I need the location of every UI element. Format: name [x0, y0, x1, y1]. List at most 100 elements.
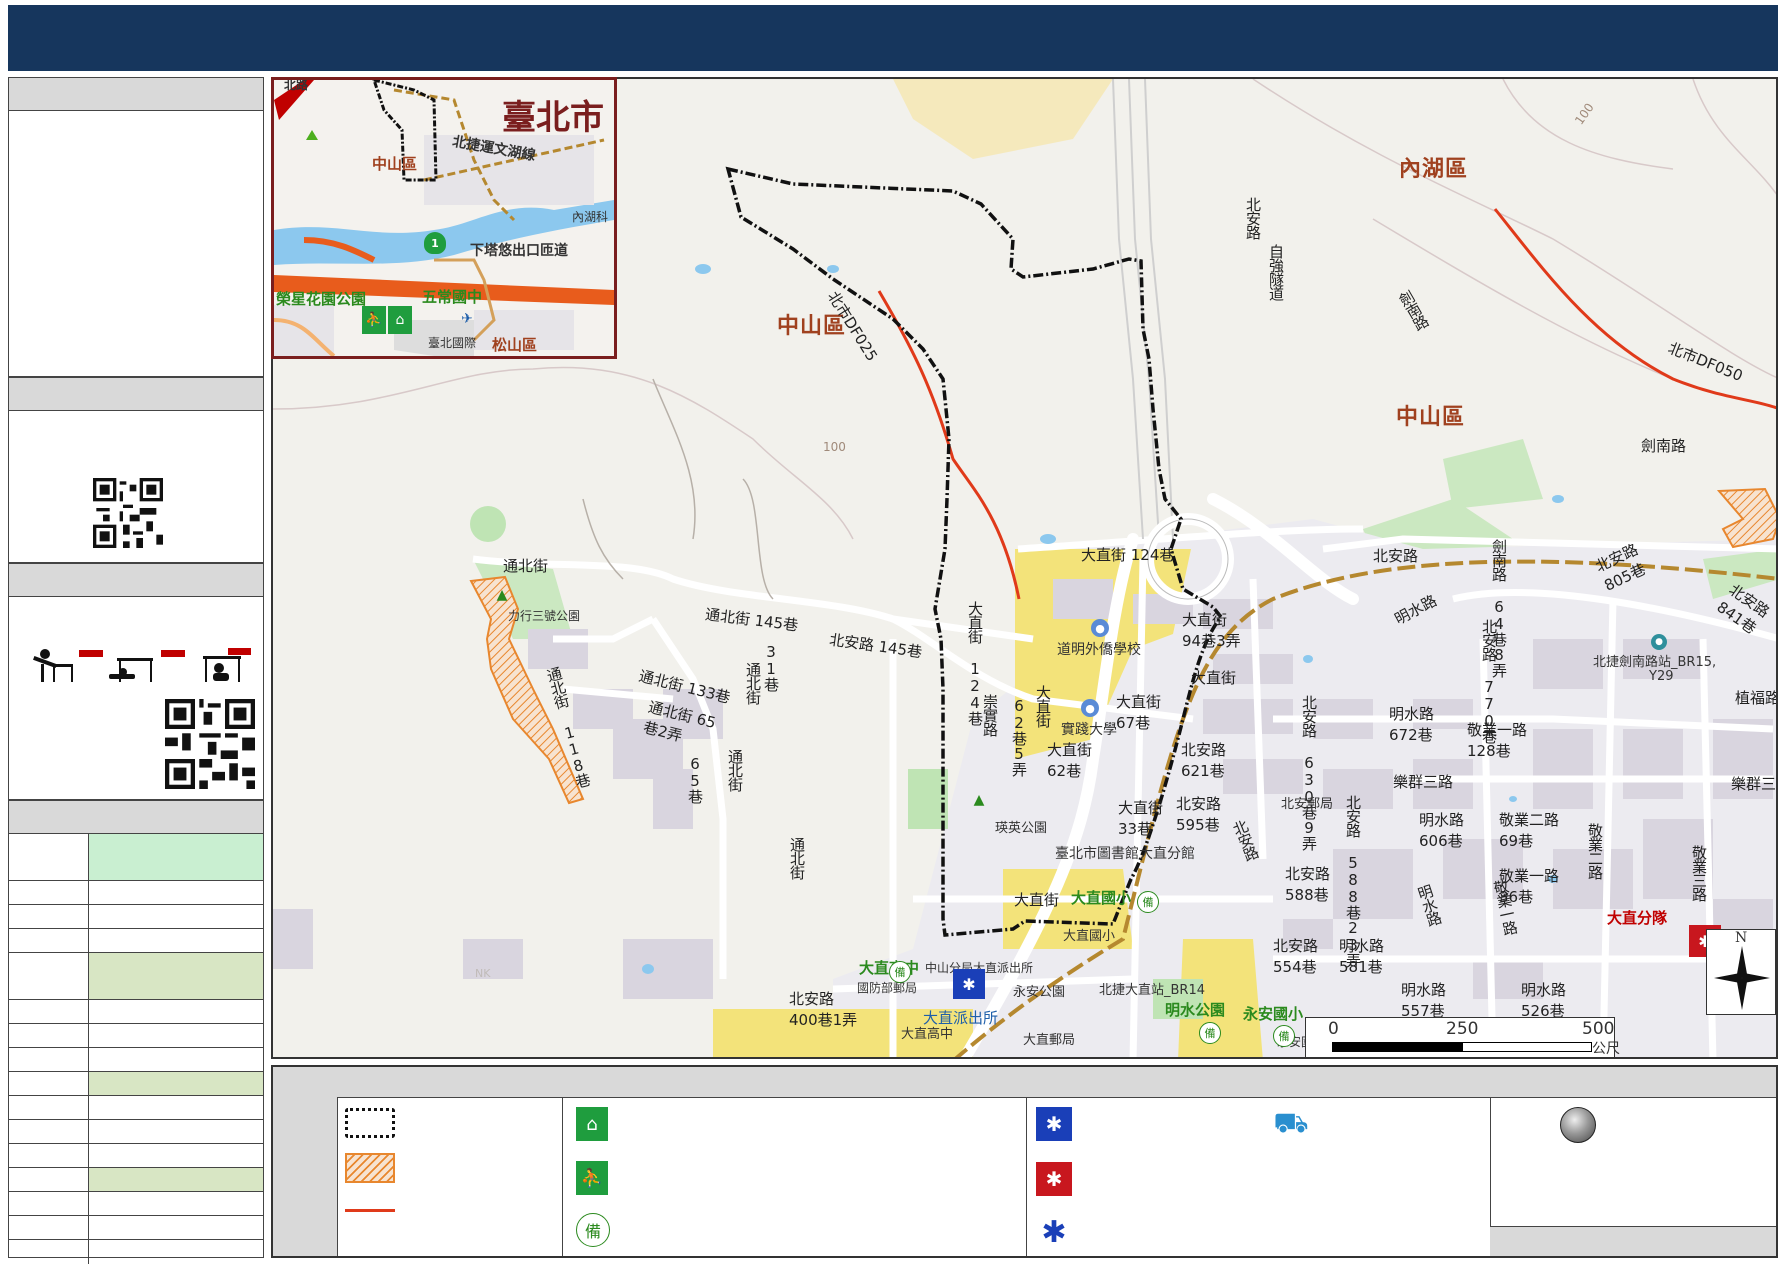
inset-district-label: 中山區: [372, 155, 418, 173]
table-row: [9, 1024, 263, 1048]
road-label: 崇實路: [981, 694, 999, 736]
road-label: 北安路 554巷: [1273, 937, 1319, 976]
inset-poi-label: 五常國中: [422, 288, 483, 306]
outdoor-shelter-icon: ⛹: [576, 1161, 608, 1195]
description-panel-header: [9, 78, 263, 111]
school-icon: ●: [1091, 619, 1109, 637]
debris-flow-swatch: [345, 1209, 395, 1212]
road-label: 大直街: [1191, 669, 1237, 687]
inset-road-label: 北路: [284, 78, 309, 92]
road-label: 31巷: [762, 643, 780, 691]
road-label: 北安路 621巷: [1181, 741, 1227, 780]
road-label: 明水路 672巷: [1389, 705, 1435, 744]
road-label: 明水路 526巷: [1521, 981, 1567, 1020]
table-row: [9, 953, 263, 1000]
road-label: 北安路 588巷: [1285, 865, 1331, 904]
inset-road-label: 下塔悠出口匝道: [470, 243, 568, 259]
poi-label: 永安公園: [1013, 985, 1066, 1000]
qr-panel-header: [9, 378, 263, 411]
school-icon: ●: [1081, 699, 1099, 717]
fire-icon: ✱: [1036, 1162, 1072, 1196]
road-label: 通北街: [503, 557, 549, 575]
district-label: 內湖區: [1399, 157, 1469, 182]
info-table-header: [9, 801, 263, 834]
earthquake-panel-header: [9, 564, 263, 597]
poi-label: 明水公園: [1165, 1001, 1226, 1019]
road-label: 北安路 630巷9弄: [1300, 695, 1318, 850]
legend-title-col: [273, 1067, 338, 1256]
road-label: 大直街 124巷: [1081, 546, 1175, 564]
helicopter-icon: ⛟: [1273, 1105, 1309, 1139]
poi-label: 北捷大直站_BR14: [1099, 983, 1205, 998]
tree-icon: ▲: [496, 587, 508, 603]
terrain-label: NK: [475, 967, 491, 980]
scale-unit: 公尺: [1592, 1041, 1620, 1057]
table-row: [9, 1192, 263, 1216]
road-label: 62巷5弄: [1010, 697, 1028, 776]
description-panel: [8, 77, 264, 377]
reserve-shelter-icon: 備: [576, 1213, 610, 1247]
road-label: 通北街: [726, 749, 744, 791]
qr-panel: [8, 377, 264, 563]
inset-poi-label: 臺北國際: [428, 336, 477, 350]
scale-bar: 0 250 500 公尺: [1305, 1017, 1620, 1057]
road-label: 敬業二路 69巷: [1499, 811, 1560, 850]
road-label: 通北街: [788, 837, 806, 879]
poi-label: 大直郵局: [1023, 1033, 1076, 1048]
road-label: 北安路 400巷1弄: [789, 990, 858, 1029]
road-label: 明水路 581巷: [1339, 937, 1385, 976]
district-label: 中山區: [1396, 405, 1466, 430]
road-label: 樂群三路: [1393, 773, 1454, 791]
road-label: 植福路: [1735, 689, 1778, 707]
road-label: 敬業二路: [1586, 823, 1604, 879]
inset-poi-label: 榮星花園公園: [276, 290, 367, 308]
road-label: 北安路: [1244, 197, 1262, 239]
drop-cover-hold-icon: [33, 648, 251, 682]
medical-icon: ✱: [1041, 1214, 1067, 1250]
contour-label: 100: [823, 440, 846, 454]
table-row: [9, 1144, 263, 1168]
scale-label: 0: [1328, 1019, 1339, 1039]
inset-map[interactable]: 臺北市 中山區 內湖科 北捷運文湖線 下塔悠出口匝道 榮星花園公園 五常國中 臺…: [271, 77, 617, 359]
scale-label: 500: [1582, 1019, 1615, 1039]
legend-col-other: [1490, 1067, 1776, 1256]
table-row: [9, 1072, 263, 1096]
road-label: 敬業一路 128巷: [1467, 721, 1528, 760]
inset-city-label: 臺北市: [502, 98, 604, 138]
poi-label: 大直分隊: [1607, 909, 1668, 927]
poi-label: 北安郵局: [1281, 797, 1334, 812]
poi-label: 北捷劍南路站_BR15,: [1593, 655, 1717, 670]
poi-label: 大直國小: [1063, 929, 1116, 944]
road-label: 樂群三: [1731, 775, 1777, 793]
road-label: 敬業三路: [1690, 845, 1708, 901]
poi-label: Y29: [1649, 669, 1674, 684]
header-bar: [8, 5, 1778, 71]
north-arrow: N: [1706, 929, 1776, 1015]
road-label: 大直街 33巷: [1118, 799, 1164, 838]
table-row: [9, 1120, 263, 1144]
table-row: [9, 1240, 263, 1264]
road-label: 65巷: [686, 755, 704, 803]
earthquake-qr-code-icon[interactable]: [165, 699, 255, 789]
road-label: 大直街 94巷3弄: [1182, 611, 1241, 650]
mrt-station-icon: ●: [1651, 634, 1667, 650]
inset-district-label: 松山區: [492, 336, 538, 354]
legend-col-zones: [337, 1067, 563, 1256]
table-row: [9, 1000, 263, 1024]
earthquake-panel: [8, 563, 264, 800]
legend-col-facilities: ✱ ✱ ✱ ⛟: [1026, 1067, 1491, 1256]
road-label: 北安路 595巷: [1176, 795, 1222, 834]
police-station-icon[interactable]: ✱: [953, 969, 985, 999]
table-row: [9, 929, 263, 953]
poi-label: 道明外僑學校: [1057, 642, 1141, 658]
road-label: 劍南路: [1641, 437, 1687, 455]
police-icon: ✱: [1036, 1107, 1072, 1141]
reserve-shelter-icon: 備: [1137, 891, 1159, 913]
compass-rose-icon: [1714, 946, 1770, 1010]
shelter-outdoor-icon: ⛹: [362, 306, 386, 334]
qr-code-icon[interactable]: [93, 478, 163, 548]
airport-icon: ✈: [461, 311, 473, 327]
road-label: 大直街 67巷: [1116, 693, 1162, 732]
table-row: [9, 905, 263, 929]
legend-footer: [1490, 1226, 1776, 1256]
